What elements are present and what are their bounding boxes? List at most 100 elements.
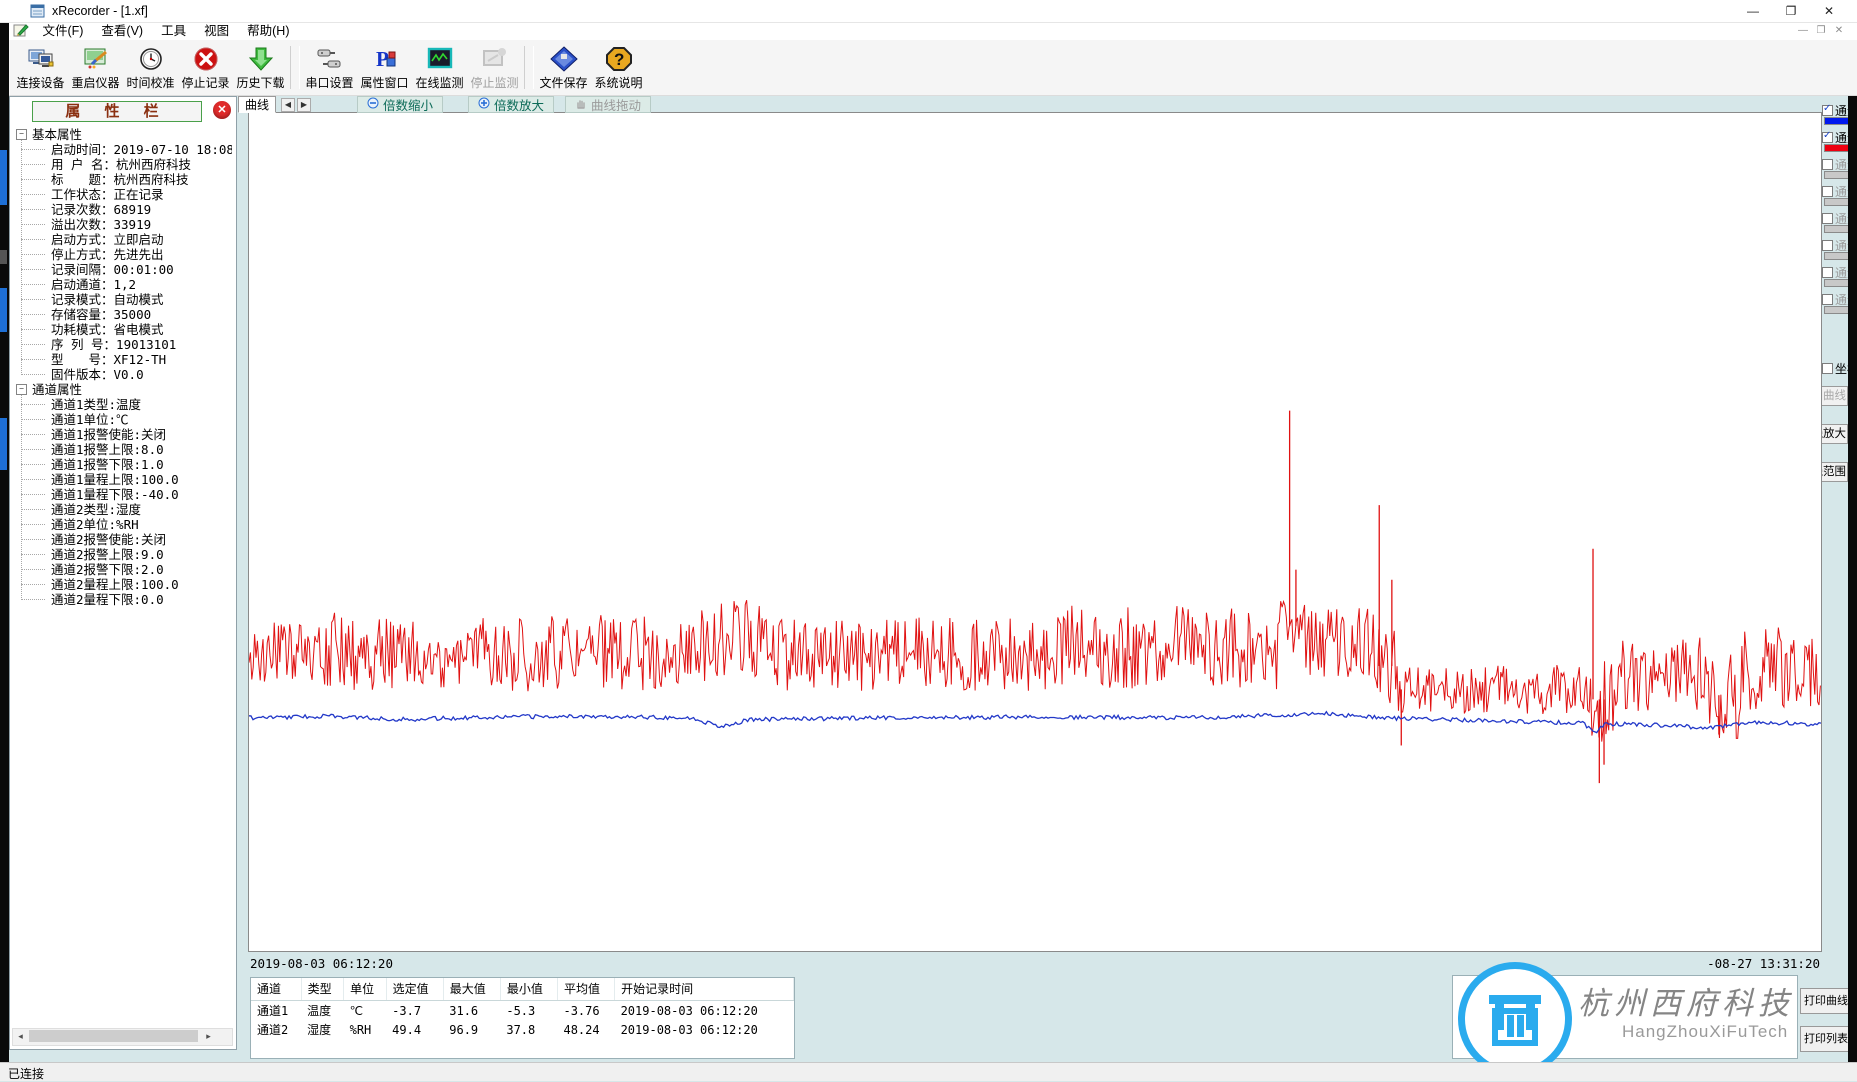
stats-cell: -3.76 <box>557 1001 614 1021</box>
tree-node[interactable]: 通道1量程上限:100.0 <box>21 472 232 487</box>
checkbox-icon[interactable] <box>1822 267 1833 278</box>
tree-group-row[interactable]: −通道属性 <box>16 382 232 397</box>
toolbar-button-5[interactable]: 串口设置 <box>302 40 357 95</box>
tree-node[interactable]: 通道1报警使能:关闭 <box>21 427 232 442</box>
tree-node[interactable]: 通道1报警下限:1.0 <box>21 457 232 472</box>
stats-table: 通道类型单位选定值最大值最小值平均值开始记录时间 通道1温度℃-3.731.6-… <box>250 977 795 1059</box>
tree-node[interactable]: 工作状态：正在记录 <box>21 187 232 202</box>
checkbox-icon[interactable] <box>1822 363 1833 374</box>
menu-item-3[interactable]: 视图 <box>204 22 229 40</box>
mdi-close-button[interactable]: ✕ <box>1831 24 1847 38</box>
scroll-left-button[interactable]: ◂ <box>13 1029 28 1043</box>
tree-node[interactable]: 用 户 名：杭州西府科技 <box>21 157 232 172</box>
toolbar-button-2[interactable]: 时间校准 <box>123 40 178 95</box>
tree-node[interactable]: 通道2报警上限:9.0 <box>21 547 232 562</box>
tree-node[interactable]: 通道2单位:%RH <box>21 517 232 532</box>
tab-scroll-left-button[interactable]: ◀ <box>281 98 295 112</box>
checkbox-icon[interactable] <box>1822 294 1833 305</box>
toolbar-button-label: 停止记录 <box>181 74 229 91</box>
stats-cell: 2019-08-03 06:12:20 <box>615 1020 794 1039</box>
tree-node[interactable]: 启动方式：立即启动 <box>21 232 232 247</box>
checkbox-icon[interactable] <box>1822 213 1833 224</box>
menu-item-1[interactable]: 查看(V) <box>101 22 143 40</box>
logo-text-en: HangZhouXiFuTech <box>1622 1022 1788 1042</box>
mdi-restore-button[interactable]: ❐ <box>1813 24 1829 38</box>
toolbar-button-label: 在线监测 <box>415 74 463 91</box>
tree-node[interactable]: 记录次数：68919 <box>21 202 232 217</box>
tree-group-row[interactable]: −基本属性 <box>16 127 232 142</box>
tree-node[interactable]: 功耗模式：省电模式 <box>21 322 232 337</box>
toolbar-button-7[interactable]: 在线监测 <box>412 40 467 95</box>
toolbar-button-6[interactable]: P属性窗口 <box>357 40 412 95</box>
tree-group-label: 基本属性 <box>32 127 82 142</box>
start-time-label: 2019-08-03 06:12:20 <box>250 956 393 971</box>
toolbar-button-8: 停止监测 <box>467 40 522 95</box>
checkbox-icon[interactable] <box>1822 240 1833 251</box>
menu-item-4[interactable]: 帮助(H) <box>247 22 289 40</box>
tree-node[interactable]: 通道2报警使能:关闭 <box>21 532 232 547</box>
tree-node[interactable]: 停止方式：先进先出 <box>21 247 232 262</box>
checkbox-icon[interactable] <box>1822 186 1833 197</box>
stats-cell: -3.7 <box>386 1001 443 1021</box>
time-calibration-icon <box>137 45 165 73</box>
tree-node[interactable]: 型 号：XF12-TH <box>21 352 232 367</box>
checkbox-icon[interactable] <box>1822 159 1833 170</box>
tree-node[interactable]: 标 题：杭州西府科技 <box>21 172 232 187</box>
scrollbar-thumb[interactable] <box>29 1030 198 1042</box>
toolbar-button-4[interactable]: 历史下载 <box>233 40 288 95</box>
tree-node[interactable]: 通道1量程下限:-40.0 <box>21 487 232 502</box>
tree-node[interactable]: 通道1报警上限:8.0 <box>21 442 232 457</box>
toolbar-button-0[interactable]: 连接设备 <box>13 40 68 95</box>
stats-cell: 49.4 <box>386 1020 443 1039</box>
drag-curve-label: 曲线拖动 <box>591 95 641 114</box>
tree-node[interactable]: 启动时间：2019-07-10 18:08: <box>21 142 232 157</box>
close-button[interactable]: ✕ <box>1810 0 1848 22</box>
collapse-icon[interactable]: − <box>16 384 27 395</box>
tree-node[interactable]: 存储容量：35000 <box>21 307 232 322</box>
toolbar-button-label: 历史下载 <box>236 74 284 91</box>
checkbox-checked-icon[interactable] <box>1822 132 1833 143</box>
connect-device-icon <box>27 45 55 73</box>
checkbox-checked-icon[interactable] <box>1822 105 1833 116</box>
trend-chart[interactable] <box>248 112 1822 952</box>
toolbar-button-label: 重启仪器 <box>71 74 119 91</box>
tree-node[interactable]: 固件版本：V0.0 <box>21 367 232 382</box>
toolbar-button-label: 系统说明 <box>594 74 642 91</box>
tree-node[interactable]: 通道1类型:温度 <box>21 397 232 412</box>
tab-curve[interactable]: 曲线 <box>238 96 276 113</box>
tree-node[interactable]: 记录模式：自动模式 <box>21 292 232 307</box>
menu-item-2[interactable]: 工具 <box>161 22 186 40</box>
tree-node[interactable]: 通道2量程下限:0.0 <box>21 592 232 607</box>
tree-node[interactable]: 启动通道：1,2 <box>21 277 232 292</box>
stats-header-cell: 类型 <box>301 978 344 1001</box>
tree-node[interactable]: 记录间隔：00:01:00 <box>21 262 232 277</box>
tree-node[interactable]: 通道2报警下限:2.0 <box>21 562 232 577</box>
tree-node[interactable]: 通道2量程上限:100.0 <box>21 577 232 592</box>
minimize-button[interactable]: — <box>1734 0 1772 22</box>
stats-cell: 通道1 <box>251 1001 301 1021</box>
toolbar-button-9[interactable]: 文件保存 <box>536 40 591 95</box>
toolbar-separator <box>524 46 534 89</box>
mdi-minimize-button[interactable]: — <box>1795 24 1811 38</box>
toolbar-button-1[interactable]: 重启仪器 <box>68 40 123 95</box>
tree-node[interactable]: 溢出次数：33919 <box>21 217 232 232</box>
online-monitor-icon <box>426 45 454 73</box>
restore-button[interactable]: ❐ <box>1772 0 1810 22</box>
zoom-out-button[interactable]: 倍数缩小 <box>357 96 443 113</box>
scroll-right-button[interactable]: ▸ <box>201 1029 216 1043</box>
stats-cell: 48.24 <box>557 1020 614 1039</box>
property-tree: −基本属性启动时间：2019-07-10 18:08:用 户 名：杭州西府科技标… <box>16 127 232 607</box>
print-list-button[interactable]: 打印列表 <box>1800 1026 1852 1052</box>
zoom-in-button[interactable]: 倍数放大 <box>468 96 554 113</box>
toolbar-button-10[interactable]: ?系统说明 <box>591 40 646 95</box>
tab-scroll-right-button[interactable]: ▶ <box>297 98 311 112</box>
collapse-icon[interactable]: − <box>16 129 27 140</box>
tree-node[interactable]: 通道1单位:℃ <box>21 412 232 427</box>
panel-close-button[interactable]: ✕ <box>213 101 231 119</box>
tree-node[interactable]: 通道2类型:湿度 <box>21 502 232 517</box>
tree-node[interactable]: 序 列 号：19013101 <box>21 337 232 352</box>
tree-group-1: −通道属性通道1类型:温度通道1单位:℃通道1报警使能:关闭通道1报警上限:8.… <box>16 382 232 607</box>
menu-item-0[interactable]: 文件(F) <box>42 22 83 40</box>
horizontal-scrollbar[interactable]: ◂ ▸ <box>12 1028 233 1046</box>
toolbar-button-3[interactable]: 停止记录 <box>178 40 233 95</box>
